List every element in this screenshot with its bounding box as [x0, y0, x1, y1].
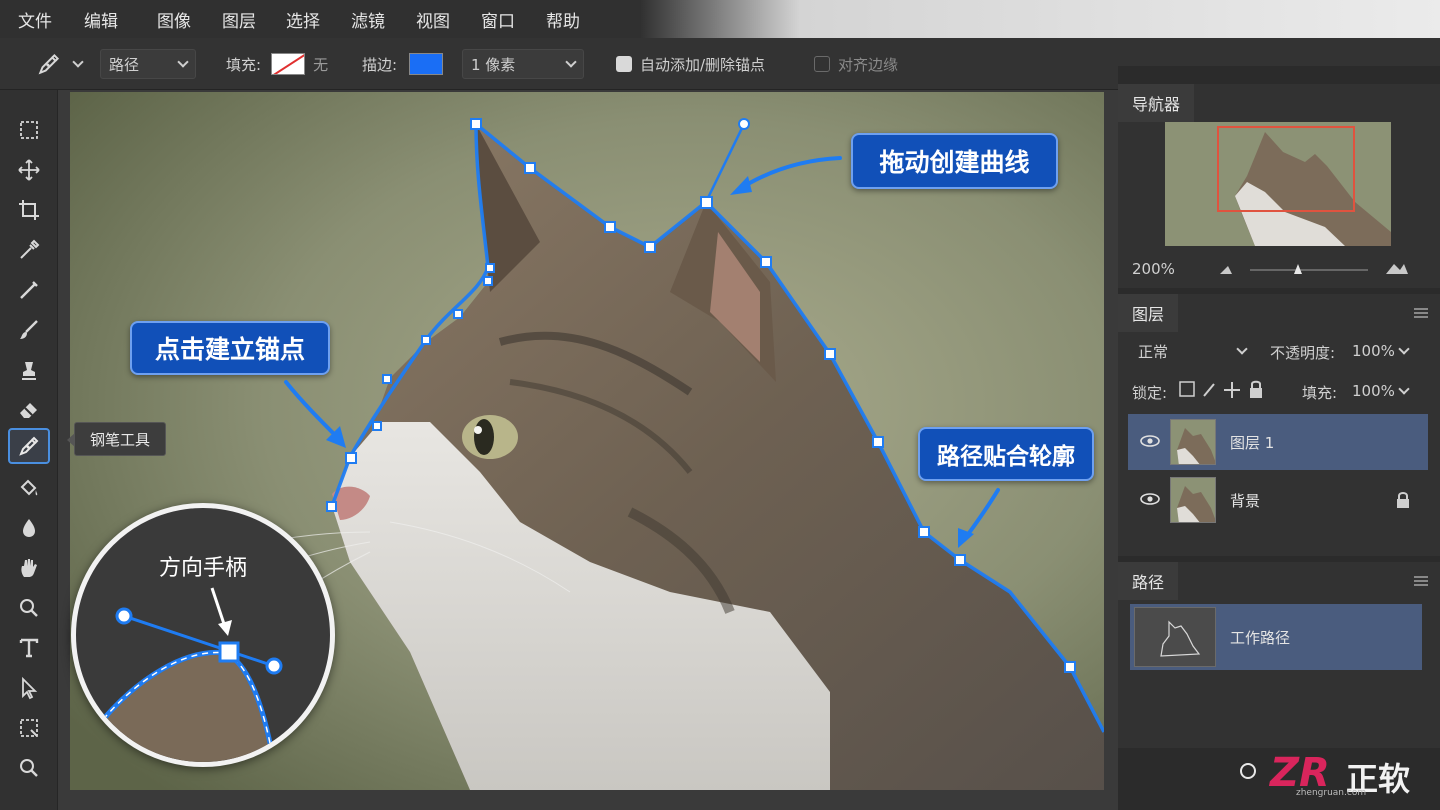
- opacity-select[interactable]: 100%: [1344, 336, 1416, 366]
- layer-name: 图层 1: [1230, 433, 1275, 452]
- lock-transparent-icon: [1179, 381, 1195, 397]
- chevron-down-icon: [1236, 343, 1248, 355]
- chevron-down-icon: [1398, 383, 1410, 395]
- layer-fill-value: 100%: [1352, 382, 1395, 400]
- zoom-value[interactable]: 200%: [1132, 260, 1175, 278]
- navigator-preview[interactable]: [1165, 122, 1391, 246]
- panel-menu-icon[interactable]: [1414, 308, 1428, 318]
- layers-tab[interactable]: 图层: [1118, 294, 1179, 332]
- chevron-down-icon: [1398, 343, 1410, 355]
- blend-mode-value: 正常: [1138, 342, 1169, 361]
- layer-thumbnail-image: [1171, 420, 1215, 464]
- layer-thumbnail-image: [1171, 478, 1215, 522]
- visibility-eye-icon[interactable]: [1140, 492, 1160, 506]
- visibility-eye-icon[interactable]: [1140, 434, 1160, 448]
- layer-row[interactable]: 背景: [1128, 472, 1428, 528]
- lock-icon: [1397, 492, 1409, 508]
- lock-label: 锁定:: [1132, 384, 1168, 402]
- lock-icons[interactable]: [1178, 380, 1268, 400]
- panel-menu-icon[interactable]: [1414, 576, 1428, 586]
- path-thumbnail-shape: [1160, 620, 1201, 657]
- paths-panel: 路径 工作路径: [1118, 562, 1440, 748]
- lock-position-icon: [1224, 382, 1240, 398]
- navigator-view-box[interactable]: [1217, 126, 1355, 212]
- layers-panel: 图层 正常 不透明度: 100% 锁定: 填充: 100% 图层 1 背景: [1118, 294, 1440, 556]
- lock-all-icon: [1250, 388, 1262, 398]
- layer-name: 背景: [1230, 491, 1261, 510]
- lock-pixels-icon: [1203, 383, 1215, 397]
- zoom-slider[interactable]: [1218, 262, 1408, 278]
- circle-icon: [1240, 763, 1256, 779]
- layer-thumbnail: [1170, 419, 1216, 465]
- layer-fill-select[interactable]: 100%: [1344, 376, 1416, 406]
- path-name: 工作路径: [1230, 628, 1291, 647]
- magnifier-detail: [94, 587, 283, 762]
- layer-row[interactable]: 图层 1: [1128, 414, 1428, 470]
- watermark-domain: zhengruan.com: [1296, 788, 1367, 798]
- opacity-value: 100%: [1352, 342, 1395, 360]
- direction-handle-magnifier: 方向手柄: [71, 503, 335, 767]
- path-thumbnail: [1134, 607, 1216, 667]
- direction-handle-label: 方向手柄: [158, 556, 247, 581]
- blend-mode-select[interactable]: 正常: [1130, 336, 1254, 366]
- navigator-tab[interactable]: 导航器: [1118, 84, 1195, 122]
- navigator-panel: 导航器 200%: [1118, 84, 1440, 288]
- pen-tool-tooltip: 钢笔工具: [67, 422, 166, 456]
- paths-tab[interactable]: 路径: [1118, 562, 1179, 600]
- path-row[interactable]: 工作路径: [1130, 604, 1422, 670]
- fill-label: 填充:: [1302, 384, 1338, 402]
- opacity-label: 不透明度:: [1270, 344, 1336, 362]
- layer-thumbnail: [1170, 477, 1216, 523]
- watermark: ZR 正软 zhengruan.com: [1238, 750, 1438, 804]
